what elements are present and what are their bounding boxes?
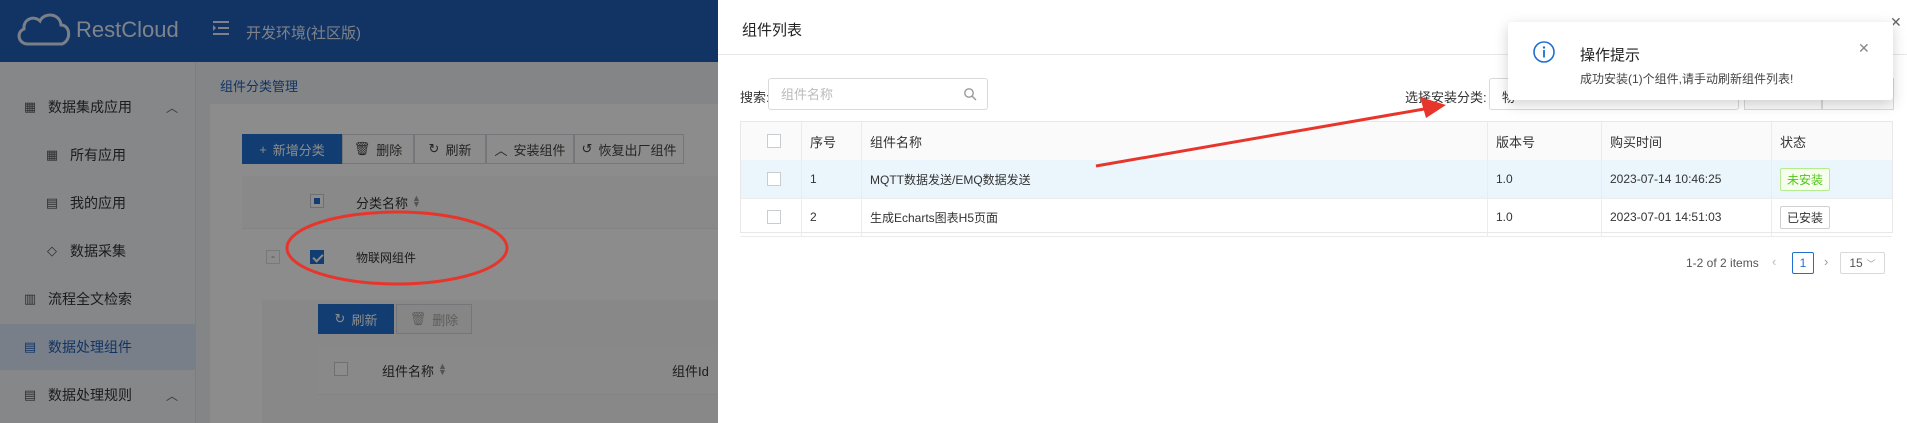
checkbox-cell — [741, 198, 801, 236]
install-category-label: 选择安装分类: — [1405, 90, 1487, 105]
cell-name: MQTT数据发送/EMQ数据发送 — [861, 160, 1487, 198]
col-no: 序号 — [801, 122, 861, 160]
page-number[interactable]: 1 — [1792, 252, 1814, 274]
checkbox-cell — [741, 160, 801, 198]
chevron-right-icon[interactable]: › — [1824, 254, 1828, 269]
notification-message: 成功安装(1)个组件,请手动刷新组件列表! — [1580, 72, 1794, 86]
select-all-checkbox[interactable] — [767, 134, 781, 148]
component-table: 序号 组件名称 版本号 购买时间 状态 1 MQTT数据发送/EMQ数据发送 1… — [740, 121, 1893, 237]
cell-no: 1 — [801, 160, 861, 198]
select-all-cell — [741, 122, 801, 160]
cell-time: 2023-07-14 10:46:25 — [1601, 160, 1771, 198]
status-badge: 未安装 — [1780, 167, 1831, 191]
chevron-left-icon[interactable]: ‹ — [1772, 254, 1776, 269]
search-label: 搜索: — [740, 90, 770, 105]
col-version: 版本号 — [1487, 122, 1601, 160]
search-icon[interactable] — [963, 87, 977, 101]
col-time: 购买时间 — [1601, 122, 1771, 160]
table-row[interactable]: 1 MQTT数据发送/EMQ数据发送 1.0 2023-07-14 10:46:… — [741, 160, 1892, 199]
table-header-row: 序号 组件名称 版本号 购买时间 状态 — [741, 122, 1892, 161]
close-icon[interactable]: ✕ — [1858, 40, 1870, 57]
cell-status: 未安装 — [1771, 160, 1892, 198]
pagination-summary: 1-2 of 2 items — [1686, 256, 1759, 270]
table-row[interactable]: 2 生成Echarts图表H5页面 1.0 2023-07-01 14:51:0… — [741, 198, 1892, 237]
modal-mask[interactable] — [0, 0, 718, 423]
cell-name: 生成Echarts图表H5页面 — [861, 198, 1487, 236]
row-checkbox[interactable] — [767, 172, 781, 186]
cell-status: 已安装 — [1771, 198, 1892, 236]
col-name: 组件名称 — [861, 122, 1487, 160]
cell-version: 1.0 — [1487, 198, 1601, 236]
search-input[interactable] — [779, 79, 963, 109]
cell-time: 2023-07-01 14:51:03 — [1601, 198, 1771, 236]
notification: 操作提示 成功安装(1)个组件,请手动刷新组件列表! ✕ — [1508, 22, 1893, 100]
status-badge: 已安装 — [1780, 205, 1831, 229]
col-status: 状态 — [1771, 122, 1892, 160]
search-field[interactable] — [768, 78, 988, 110]
info-icon — [1533, 41, 1555, 63]
notification-title: 操作提示 — [1580, 47, 1641, 64]
drawer-title: 组件列表 — [742, 22, 803, 39]
row-checkbox[interactable] — [767, 210, 781, 224]
cell-no: 2 — [801, 198, 861, 236]
cell-version: 1.0 — [1487, 160, 1601, 198]
page-size-value: 15 — [1849, 256, 1863, 270]
chevron-down-icon: ﹀ — [1866, 258, 1876, 269]
page-size-select[interactable]: 15 ﹀ — [1840, 252, 1885, 274]
